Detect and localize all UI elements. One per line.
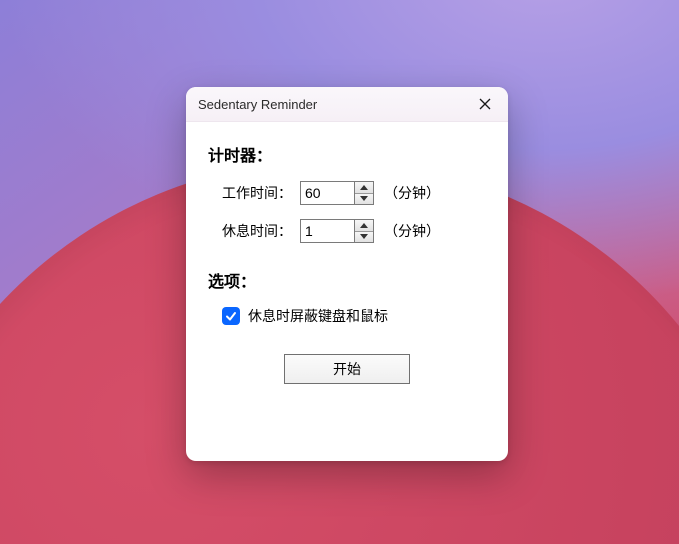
- rest-time-label: 休息时间：: [222, 221, 300, 241]
- desktop-background: Sedentary Reminder 计时器： 工作时间：: [0, 0, 679, 544]
- options-section: 选项： 休息时屏蔽键盘和鼠标: [208, 268, 486, 326]
- chevron-down-icon: [360, 196, 368, 201]
- work-time-unit: （分钟）: [384, 183, 440, 203]
- work-time-step-up[interactable]: [355, 182, 373, 194]
- check-icon: [225, 310, 237, 322]
- work-time-step-buttons: [354, 182, 373, 204]
- start-button[interactable]: 开始: [284, 354, 410, 384]
- sedentary-reminder-window: Sedentary Reminder 计时器： 工作时间：: [186, 87, 508, 461]
- rest-time-step-buttons: [354, 220, 373, 242]
- timer-section-title: 计时器：: [208, 142, 486, 166]
- close-icon: [479, 98, 491, 110]
- block-input-option: 休息时屏蔽键盘和鼠标: [222, 306, 486, 326]
- close-button[interactable]: [462, 87, 508, 121]
- work-time-spinner[interactable]: [300, 181, 374, 205]
- work-time-step-down[interactable]: [355, 194, 373, 205]
- work-time-row: 工作时间： （分钟）: [222, 180, 486, 206]
- chevron-up-icon: [360, 185, 368, 190]
- block-input-label: 休息时屏蔽键盘和鼠标: [248, 306, 388, 326]
- rest-time-step-up[interactable]: [355, 220, 373, 232]
- options-section-title: 选项：: [208, 268, 486, 292]
- rest-time-row: 休息时间： （分钟）: [222, 218, 486, 244]
- start-button-row: 开始: [208, 354, 486, 384]
- block-input-checkbox[interactable]: [222, 307, 240, 325]
- start-button-label: 开始: [333, 359, 361, 379]
- rest-time-unit: （分钟）: [384, 221, 440, 241]
- work-time-label: 工作时间：: [222, 183, 300, 203]
- work-time-input[interactable]: [301, 182, 354, 204]
- titlebar: Sedentary Reminder: [186, 87, 508, 122]
- chevron-down-icon: [360, 234, 368, 239]
- window-title: Sedentary Reminder: [198, 97, 462, 112]
- rest-time-spinner[interactable]: [300, 219, 374, 243]
- rest-time-input[interactable]: [301, 220, 354, 242]
- window-content: 计时器： 工作时间： （分钟） 休息时间: [186, 122, 508, 394]
- rest-time-step-down[interactable]: [355, 232, 373, 243]
- chevron-up-icon: [360, 223, 368, 228]
